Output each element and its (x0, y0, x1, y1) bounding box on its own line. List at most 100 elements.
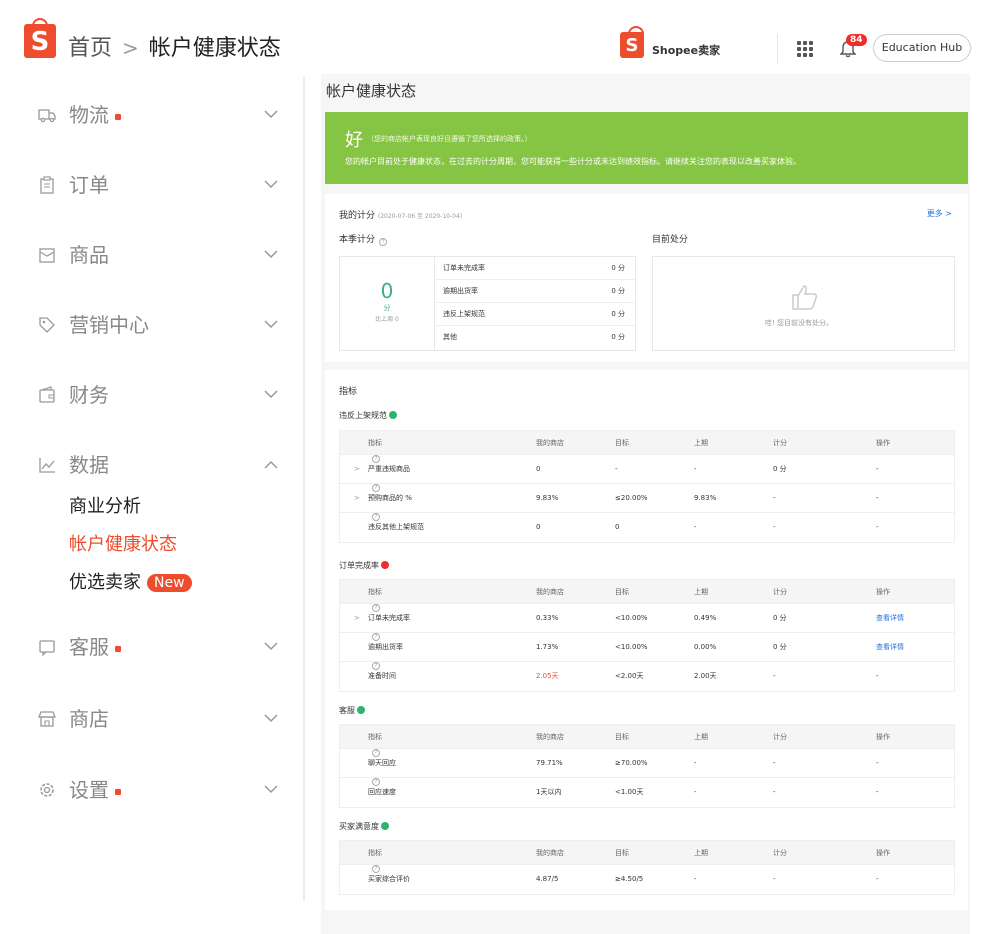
score-row-value: 0 分 (611, 287, 625, 295)
breadcrumb: 首页 > 帐户健康状态 (68, 30, 281, 62)
health-status-note: （您的商店帐户表现良好且遵循了您所选择的政策。） (367, 135, 532, 143)
chevron-down-icon[interactable] (264, 714, 278, 723)
wallet-icon (39, 386, 55, 403)
header-score: 计分 (773, 849, 787, 857)
header-last: 上期 (694, 588, 708, 596)
notification-badge: 84 (846, 34, 867, 46)
apps-grid-icon[interactable] (797, 41, 813, 57)
sidebar-sub-preferred-seller[interactable]: 优选卖家 New (69, 568, 192, 594)
help-icon[interactable]: ? (372, 513, 380, 521)
metric-score: - (773, 875, 776, 883)
metric-action: - (876, 465, 879, 473)
section-title: 订单完成率 (339, 561, 379, 570)
table-row: 回应速度? 1天以内 <1.00天 - - - (340, 778, 954, 807)
score-total: 0 (380, 279, 394, 303)
expand-icon[interactable]: > (354, 484, 360, 513)
view-details-link[interactable]: 查看详情 (876, 604, 904, 633)
metric-target: <2.00天 (615, 672, 644, 680)
sidebar-label: 客服 (69, 635, 109, 659)
help-icon[interactable]: ? (372, 455, 380, 463)
score-row-label: 其他 (443, 333, 457, 341)
help-icon[interactable]: ? (372, 604, 380, 612)
metric-score: - (773, 788, 776, 796)
table-row: > 预购商品的 %? 9.83% ≤20.00% 9.83% - - (340, 484, 954, 513)
section-title: 客服 (339, 706, 355, 715)
help-icon[interactable]: ? (379, 238, 388, 246)
help-icon[interactable]: ? (372, 633, 380, 641)
metric-last: 2.00天 (694, 672, 717, 680)
chevron-down-icon[interactable] (264, 250, 278, 259)
metric-mine: 1.73% (536, 643, 559, 651)
breadcrumb-home[interactable]: 首页 (68, 36, 112, 61)
score-row: 违反上架规范 0 分 (435, 303, 635, 326)
metric-mine: 1天以内 (536, 788, 562, 796)
more-link[interactable]: 更多 > (927, 208, 952, 219)
sidebar-sub-account-health[interactable]: 帐户健康状态 (69, 530, 177, 556)
score-row: 其他 0 分 (435, 326, 635, 349)
score-row-label: 订单未完成率 (443, 264, 485, 272)
score-card: 我的计分 (2020-07-06 至 2020-10-04) 更多 > 本季计分… (325, 194, 968, 362)
score-row: 逾期出货率 0 分 (435, 280, 635, 303)
metric-score: - (773, 672, 776, 680)
score-period: (2020-07-06 至 2020-10-04) (377, 213, 463, 220)
chevron-down-icon[interactable] (264, 642, 278, 651)
chart-icon (39, 458, 55, 473)
sidebar-item-customer-service[interactable]: 客服 (36, 632, 286, 662)
sidebar-item-products[interactable]: 商品 (36, 240, 286, 270)
header-score: 计分 (773, 439, 787, 447)
help-icon[interactable]: ? (372, 484, 380, 492)
sidebar-label: 物流 (69, 103, 109, 127)
sidebar-sub-business-insights[interactable]: 商业分析 (69, 492, 141, 518)
metric-score: 0 分 (773, 643, 787, 651)
clipboard-icon (40, 176, 54, 194)
score-row-value: 0 分 (611, 310, 625, 318)
thumbs-up-icon (792, 285, 818, 310)
sidebar-item-settings[interactable]: 设置 (36, 775, 286, 805)
help-icon[interactable]: ? (372, 662, 380, 670)
chevron-down-icon[interactable] (264, 785, 278, 794)
sidebar-item-data[interactable]: 数据 (36, 450, 286, 480)
chevron-down-icon[interactable] (264, 110, 278, 119)
metric-action: - (876, 788, 879, 796)
header-divider (777, 34, 778, 64)
metric-last: 9.83% (694, 494, 717, 502)
expand-icon[interactable]: > (354, 604, 360, 633)
quarter-score-text: 本季计分 (339, 235, 376, 245)
expand-icon[interactable]: > (354, 455, 360, 484)
sidebar-item-finance[interactable]: 财务 (36, 380, 286, 410)
chevron-down-icon[interactable] (264, 320, 278, 329)
score-row: 订单未完成率 0 分 (435, 257, 635, 280)
sidebar-label: 财务 (69, 383, 109, 407)
header-last: 上期 (694, 849, 708, 857)
help-icon[interactable]: ? (372, 749, 380, 757)
sidebar-item-orders[interactable]: 订单 (36, 170, 286, 200)
shopee-logo[interactable]: S (24, 18, 56, 58)
metric-last: - (694, 523, 697, 531)
help-icon[interactable]: ? (372, 865, 380, 873)
header-my-shop: 我的商店 (536, 849, 564, 857)
sidebar-item-shop[interactable]: 商店 (36, 704, 286, 734)
help-icon[interactable]: ? (372, 778, 380, 786)
chevron-down-icon[interactable] (264, 390, 278, 399)
sidebar-item-marketing[interactable]: 营销中心 (36, 310, 286, 340)
header-target: 目标 (615, 439, 629, 447)
chevron-down-icon[interactable] (264, 180, 278, 189)
header-target: 目标 (615, 733, 629, 741)
page-title: 帐户健康状态 (326, 82, 417, 100)
seller-brand-text: Shopee卖家 (652, 44, 721, 57)
score-total-panel: 0 分 比上周 0 (340, 257, 435, 350)
sidebar-item-logistics[interactable]: 物流 (36, 100, 286, 130)
view-details-link[interactable]: 查看详情 (876, 633, 904, 662)
chevron-up-icon[interactable] (264, 460, 278, 469)
tag-icon (39, 317, 55, 333)
metric-mine: 2.05天 (536, 672, 559, 680)
status-good-icon (389, 411, 397, 419)
education-hub-button[interactable]: Education Hub (873, 34, 971, 62)
score-row-value: 0 分 (611, 333, 625, 341)
metric-mine: 0 (536, 523, 541, 531)
table-row: > 订单未完成率? 0.33% <10.00% 0.49% 0 分查看详情 (340, 604, 954, 633)
metric-target: ≥4.50/5 (615, 875, 644, 883)
sidebar-divider (303, 76, 305, 901)
score-row-label: 违反上架规范 (443, 310, 485, 318)
section-listing-violations: 违反上架规范 (339, 410, 397, 421)
